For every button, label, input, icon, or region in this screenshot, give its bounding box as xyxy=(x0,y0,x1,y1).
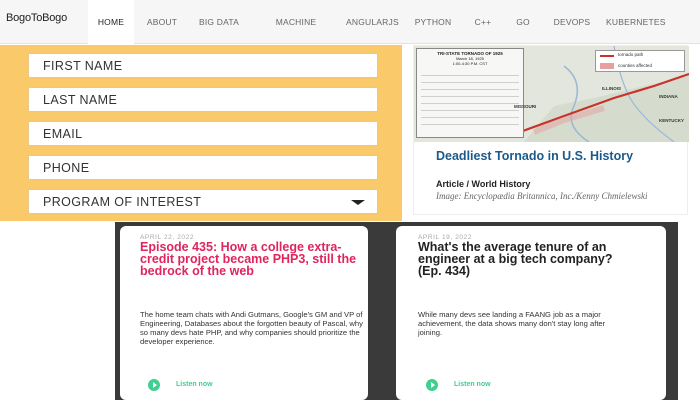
brand-logo[interactable]: BogoToBogo xyxy=(6,12,67,24)
top-navbar: BogoToBogo HOME ABOUT BIG DATA MACHINE L… xyxy=(0,0,700,71)
play-icon[interactable] xyxy=(148,379,160,391)
email-field[interactable]: EMAIL xyxy=(28,121,378,146)
chevron-down-icon xyxy=(351,200,365,205)
nav-item-about[interactable]: ABOUT xyxy=(140,0,184,44)
nav-item-cpp[interactable]: C++ xyxy=(468,0,498,44)
episode-card-435[interactable]: APRIL 22, 2022 Episode 435: How a colleg… xyxy=(120,226,368,400)
listen-now-link[interactable]: Listen now xyxy=(454,381,491,388)
nav-item-home[interactable]: HOME xyxy=(88,0,134,44)
nav-item-machine-learning[interactable]: MACHINE LEARNING xyxy=(254,0,338,71)
listen-now-link[interactable]: Listen now xyxy=(176,381,213,388)
episode-card-434[interactable]: APRIL 19, 2022 What's the average tenure… xyxy=(396,226,666,400)
nav-item-kubernetes[interactable]: KUBERNETES xyxy=(606,0,665,44)
last-name-field[interactable]: LAST NAME xyxy=(28,87,378,112)
article-title[interactable]: Deadliest Tornado in U.S. History xyxy=(436,150,676,163)
page: BogoToBogo HOME ABOUT BIG DATA MACHINE L… xyxy=(0,0,700,400)
program-select-label: PROGRAM OF INTEREST xyxy=(43,195,202,209)
stats-table-rows xyxy=(421,69,519,131)
play-icon[interactable] xyxy=(426,379,438,391)
image-credit: Image: Encyclopædia Britannica, Inc./Ken… xyxy=(436,191,648,201)
state-label-kentucky: KENTUCKY xyxy=(659,118,685,123)
legend-path-swatch xyxy=(600,55,614,57)
map-legend: tornado path counties affected xyxy=(595,50,685,72)
state-label-illinois: ILLINOIS xyxy=(602,86,621,91)
state-label-missouri: MISSOURI xyxy=(514,104,537,109)
state-label-indiana: INDIANA xyxy=(659,94,678,99)
episode-title[interactable]: Episode 435: How a college extra-credit … xyxy=(140,241,362,278)
legend-counties-label: counties affected xyxy=(618,63,652,68)
article-category: Article / World History xyxy=(436,179,531,189)
episode-description: While many devs see landing a FAANG job … xyxy=(418,310,606,337)
first-name-field[interactable]: FIRST NAME xyxy=(28,53,378,78)
phone-field[interactable]: PHONE xyxy=(28,155,378,180)
legend-counties-swatch xyxy=(600,63,614,69)
nav-item-go[interactable]: GO xyxy=(508,0,538,44)
episode-title[interactable]: What's the average tenure of an engineer… xyxy=(418,241,618,278)
nav-item-big-data[interactable]: BIG DATA xyxy=(194,0,244,44)
nav-item-python[interactable]: PYTHON xyxy=(411,0,455,44)
episode-description: The home team chats with Andi Gutmans, G… xyxy=(140,310,363,346)
map-time: 1:00-4:30 P.M. CST xyxy=(452,61,488,66)
tornado-map-image: TRI-STATE TORNADO OF 1925 March 18, 1925… xyxy=(414,46,689,142)
nav-item-devops[interactable]: DEVOPS xyxy=(550,0,594,44)
program-select[interactable]: PROGRAM OF INTEREST xyxy=(28,189,378,214)
tornado-article-card[interactable]: TRI-STATE TORNADO OF 1925 March 18, 1925… xyxy=(413,45,689,215)
legend-path-label: tornado path xyxy=(618,52,644,57)
signup-form: FIRST NAME LAST NAME EMAIL PHONE PROGRAM… xyxy=(0,45,402,221)
tornado-stats-table: TRI-STATE TORNADO OF 1925 March 18, 1925… xyxy=(416,48,524,138)
nav-item-angularjs[interactable]: ANGULARJS xyxy=(346,0,399,44)
